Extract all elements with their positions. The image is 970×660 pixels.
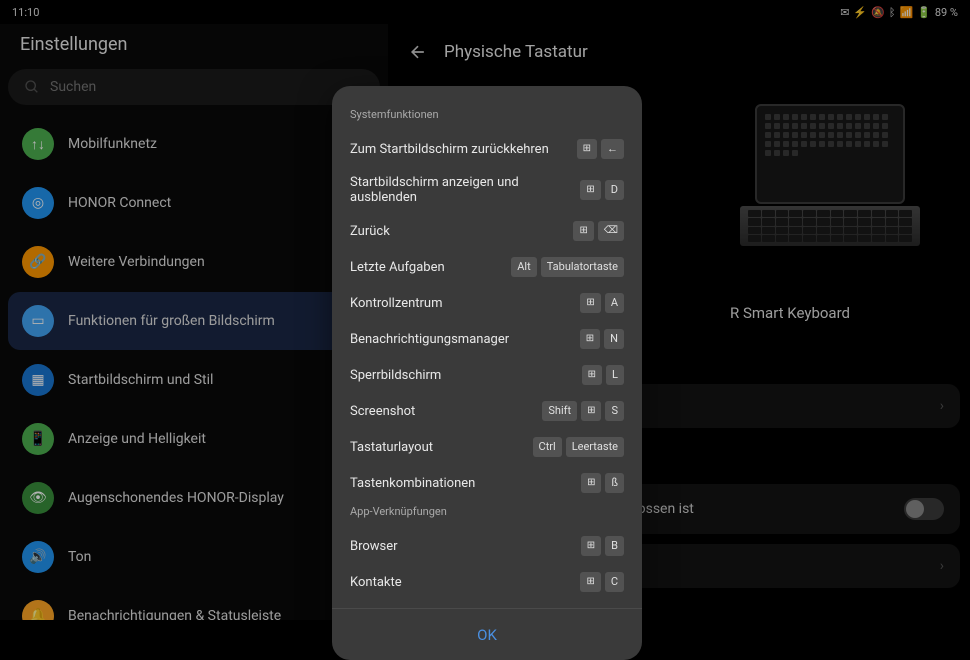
key-label: Shift <box>542 401 577 421</box>
shortcut-keys: ⊞← <box>577 139 624 159</box>
key-label: S <box>605 401 624 421</box>
shortcut-keys: ⊞A <box>580 293 624 313</box>
shortcut-row: ScreenshotShift⊞S <box>332 393 642 429</box>
shortcut-keys: ⊞D <box>580 180 624 200</box>
meta-key-icon: ⊞ <box>581 401 601 421</box>
key-label: Leertaste <box>566 437 624 457</box>
key-label: C <box>605 572 624 592</box>
shortcut-label: Kontakte <box>350 575 580 590</box>
meta-key-icon: ⊞ <box>581 536 601 556</box>
meta-key-icon: ⊞ <box>581 473 601 493</box>
shortcut-keys: ⊞ß <box>581 473 624 493</box>
key-label: Tabulatortaste <box>541 257 624 277</box>
shortcut-label: Sperrbildschirm <box>350 368 582 383</box>
shortcut-keys: CtrlLeertaste <box>533 437 624 457</box>
shortcut-label: Benachrichtigungsmanager <box>350 332 580 347</box>
shortcut-keys: ⊞L <box>582 365 624 385</box>
key-label: Alt <box>511 257 536 277</box>
key-label: N <box>604 329 624 349</box>
key-label: Ctrl <box>533 437 562 457</box>
shortcuts-modal: SystemfunktionenZum Startbildschirm zurü… <box>332 86 642 660</box>
key-label: B <box>605 536 624 556</box>
shortcut-label: Startbildschirm anzeigen und ausblenden <box>350 175 580 205</box>
key-label: L <box>606 365 624 385</box>
shortcut-row: Startbildschirm anzeigen und ausblenden⊞… <box>332 167 642 213</box>
shortcut-row: Tastenkombinationen⊞ß <box>332 465 642 501</box>
shortcut-label: Letzte Aufgaben <box>350 260 511 275</box>
key-label: ← <box>601 139 624 159</box>
ok-button[interactable]: OK <box>477 626 497 644</box>
shortcut-row: Kontrollzentrum⊞A <box>332 285 642 321</box>
meta-key-icon: ⊞ <box>580 329 600 349</box>
shortcut-keys: Shift⊞S <box>542 401 624 421</box>
backspace-key-icon: ⌫ <box>598 221 624 241</box>
meta-key-icon: ⊞ <box>580 180 600 200</box>
shortcut-row: Benachrichtigungsmanager⊞N <box>332 321 642 357</box>
modal-footer: OK <box>332 608 642 660</box>
shortcut-row: Zurück⊞⌫ <box>332 213 642 249</box>
shortcut-label: Tastenkombinationen <box>350 476 581 491</box>
shortcut-row: Browser⊞B <box>332 528 642 564</box>
shortcut-row: TastaturlayoutCtrlLeertaste <box>332 429 642 465</box>
meta-key-icon: ⊞ <box>580 293 600 313</box>
key-label: D <box>605 180 624 200</box>
shortcut-row: Sperrbildschirm⊞L <box>332 357 642 393</box>
shortcut-label: Kontrollzentrum <box>350 296 580 311</box>
modal-section-title: App-Verknüpfungen <box>332 501 642 528</box>
shortcut-label: Screenshot <box>350 404 542 419</box>
shortcut-label: Tastaturlayout <box>350 440 533 455</box>
key-label: A <box>605 293 624 313</box>
shortcut-keys: ⊞⌫ <box>573 221 624 241</box>
shortcut-label: Zurück <box>350 224 573 239</box>
modal-section-title: Systemfunktionen <box>332 104 642 131</box>
shortcut-keys: AltTabulatortaste <box>511 257 624 277</box>
shortcut-label: Zum Startbildschirm zurückkehren <box>350 142 577 157</box>
meta-key-icon: ⊞ <box>580 572 600 592</box>
shortcut-row: Zum Startbildschirm zurückkehren⊞← <box>332 131 642 167</box>
meta-key-icon: ⊞ <box>582 365 602 385</box>
shortcut-row: Kontakte⊞C <box>332 564 642 600</box>
shortcut-row: Letzte AufgabenAltTabulatortaste <box>332 249 642 285</box>
shortcut-keys: ⊞C <box>580 572 624 592</box>
meta-key-icon: ⊞ <box>573 221 593 241</box>
meta-key-icon: ⊞ <box>577 139 597 159</box>
shortcut-keys: ⊞N <box>580 329 624 349</box>
key-label: ß <box>605 473 624 493</box>
shortcut-label: Browser <box>350 539 581 554</box>
shortcut-keys: ⊞B <box>581 536 624 556</box>
